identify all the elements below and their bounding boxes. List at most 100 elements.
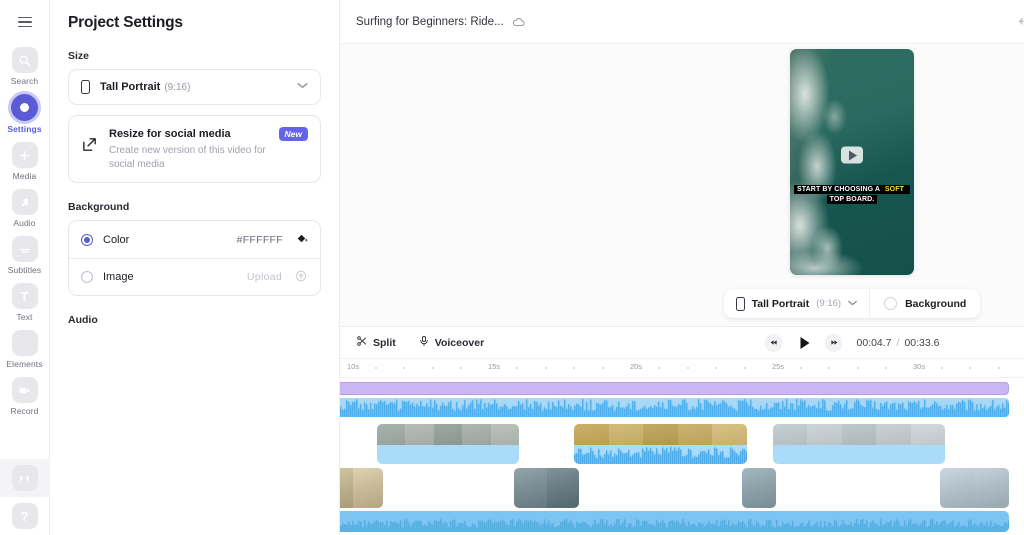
video-clip[interactable]: [742, 468, 776, 508]
search-icon: [11, 47, 38, 73]
left-icon-rail: Search Settings Media Audio Subtitles T: [0, 0, 50, 535]
phone-portrait-icon: [735, 296, 745, 311]
sidebar-item-elements[interactable]: Elements: [0, 325, 50, 372]
stage-background-label: Background: [905, 297, 967, 310]
split-button[interactable]: Split: [356, 335, 396, 350]
video-clip[interactable]: [377, 424, 519, 464]
track-music: Lofi - Riverbend.mp3: [340, 511, 1024, 532]
phone-portrait-icon: [81, 80, 90, 94]
clip-thumbnail: [608, 424, 644, 445]
sidebar-item-settings[interactable]: Settings: [0, 89, 50, 137]
sidebar-item-label: Elements: [6, 359, 43, 369]
sidebar-item-search[interactable]: Search: [0, 42, 50, 89]
plus-icon: [11, 142, 38, 168]
ruler-minor-tick: [884, 367, 887, 369]
radio-color-selected[interactable]: [81, 233, 93, 246]
sidebar-item-label: Search: [10, 76, 39, 86]
preview-caption: START BY CHOOSING A SOFT TOP BOARD.: [794, 184, 910, 205]
cloud-upload-icon[interactable]: [294, 269, 308, 285]
background-image-upload-label: Upload: [246, 271, 282, 283]
video-clip[interactable]: [773, 424, 945, 464]
play-icon[interactable]: [841, 146, 863, 164]
music-clip[interactable]: Lofi - Riverbend.mp3: [340, 511, 1009, 532]
video-preview[interactable]: START BY CHOOSING A SOFT TOP BOARD.: [790, 49, 914, 275]
sidebar-item-record[interactable]: Record: [0, 372, 50, 419]
video-clip[interactable]: [574, 424, 747, 464]
clip-thumbnail: [742, 468, 776, 508]
subtitles-icon: [11, 236, 38, 262]
background-image-row[interactable]: Image Upload: [69, 258, 320, 295]
clip-thumbnail: [340, 468, 353, 508]
sidebar-item-media[interactable]: Media: [0, 137, 50, 184]
project-settings-panel: Project Settings Size Tall Portrait (9:1…: [50, 0, 340, 535]
sidebar-item-label: Settings: [7, 124, 42, 134]
text-t-icon: T: [11, 283, 38, 309]
sidebar-item-transitions[interactable]: [0, 459, 50, 497]
size-select[interactable]: Tall Portrait (9:16): [69, 70, 320, 104]
clip-thumbnail: [910, 424, 945, 445]
size-section-label: Size: [68, 50, 90, 62]
subtitle-clip[interactable]: Subtitles: [340, 382, 1009, 395]
video-clip[interactable]: [514, 468, 579, 508]
track-tts-audio: text-to-speech.mp3: [340, 398, 1024, 417]
stage-size-ratio: (9:16): [816, 298, 842, 309]
sidebar-item-text[interactable]: T Text: [0, 278, 50, 325]
project-title[interactable]: Surfing for Beginners: Ride...: [356, 16, 504, 28]
clip-thumbnail: [433, 424, 463, 445]
undo-arrow-icon[interactable]: [1012, 9, 1024, 35]
stage-size-label: Tall Portrait: [751, 297, 810, 310]
ruler-minor-tick: [516, 367, 519, 369]
caption-highlight: SOFT: [883, 184, 906, 194]
ruler-minor-tick: [658, 367, 661, 369]
ruler-minor-tick: [403, 367, 406, 369]
sidebar-item-help[interactable]: ?: [0, 497, 50, 535]
video-camera-icon: [11, 377, 38, 403]
resize-for-social-media-card[interactable]: Resize for social media New Create new v…: [68, 115, 321, 183]
audio-section-label: Audio: [68, 314, 98, 326]
clip-audio-strip: [773, 445, 945, 464]
voiceover-button[interactable]: Voiceover: [418, 335, 484, 350]
skip-back-icon[interactable]: [764, 333, 783, 352]
sidebar-item-audio[interactable]: Audio: [0, 184, 50, 231]
ruler-minor-tick: [544, 367, 547, 369]
size-select-card[interactable]: Tall Portrait (9:16): [68, 69, 321, 105]
size-ratio: (9:16): [164, 81, 191, 93]
clip-thumbnails: [773, 424, 945, 445]
ruler-minor-tick: [459, 367, 462, 369]
stage-background-button[interactable]: Background: [870, 289, 980, 318]
clip-thumbnail: [514, 468, 547, 508]
track-video-1: [340, 424, 1024, 464]
play-button[interactable]: [792, 332, 814, 354]
stage-size-selector[interactable]: Tall Portrait (9:16): [724, 289, 871, 318]
skip-forward-icon[interactable]: [824, 333, 843, 352]
ruler-minor-tick: [997, 367, 1000, 369]
timeline-ruler[interactable]: 0s5s10s15s20s25s30s: [340, 359, 1024, 378]
new-badge: New: [278, 127, 308, 141]
clip-thumbnail: [974, 468, 1009, 508]
resize-card-body: Resize for social media New Create new v…: [109, 127, 308, 171]
ruler-minor-tick: [431, 367, 434, 369]
transport-controls: 00:04.7 / 00:33.6: [764, 332, 940, 354]
ruler-minor-tick: [800, 367, 803, 369]
background-color-value: #FFFFFF: [236, 233, 283, 246]
video-clip[interactable]: [940, 468, 1009, 508]
current-time: 00:04.7: [856, 336, 892, 349]
elements-shape-icon: [11, 330, 38, 356]
radio-image-unselected[interactable]: [81, 271, 93, 283]
sidebar-item-label: Text: [16, 312, 33, 322]
sidebar-item-label: Subtitles: [7, 265, 42, 275]
scissors-icon: [356, 335, 368, 350]
clip-waveform: [574, 445, 747, 464]
tts-audio-clip[interactable]: text-to-speech.mp3: [340, 398, 1009, 417]
video-clip[interactable]: [340, 468, 383, 508]
hamburger-menu-icon[interactable]: [10, 8, 40, 36]
sidebar-item-label: Media: [12, 171, 37, 181]
ruler-tick-label: 10s: [347, 362, 360, 371]
size-value: Tall Portrait: [100, 81, 161, 93]
sidebar-item-subtitles[interactable]: Subtitles: [0, 231, 50, 278]
timeline: Split Voiceover 00:04.7/00:33.6 10s 15s …: [340, 326, 1024, 535]
total-time: 00:33.6: [904, 336, 940, 349]
paint-bucket-icon[interactable]: [295, 232, 308, 247]
background-color-row[interactable]: Color #FFFFFF: [69, 221, 320, 258]
panel-scroll-fade: [50, 295, 339, 313]
